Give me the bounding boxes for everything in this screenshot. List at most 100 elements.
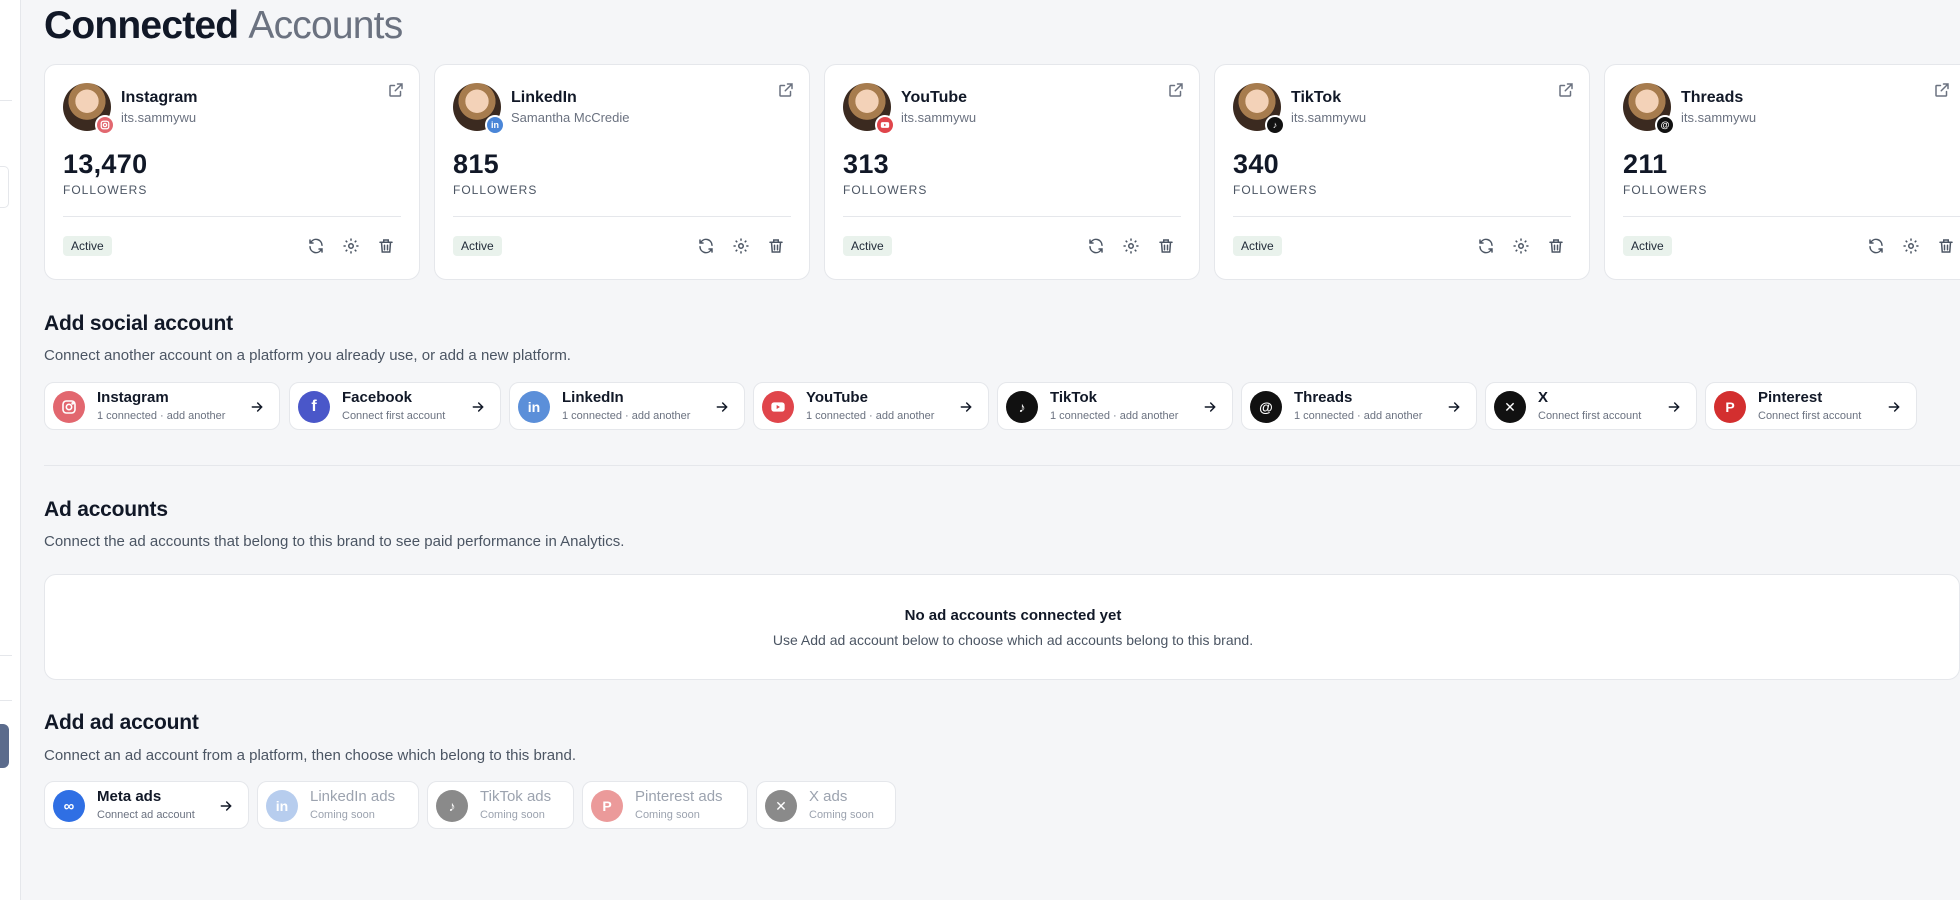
card-divider <box>453 216 791 217</box>
account-platform-name: LinkedIn <box>511 89 577 106</box>
add-threads-button[interactable]: @ Threads 1 connected · add another <box>1241 382 1477 430</box>
arrow-right-icon <box>716 402 728 412</box>
tiktok-icon: ♪ <box>1265 115 1285 135</box>
chip-label: LinkedIn <box>562 389 624 406</box>
followers-count: 211 <box>1623 149 1668 179</box>
arrow-right-icon <box>220 801 232 811</box>
linkedin-icon: in <box>266 790 298 822</box>
add-linkedin-button[interactable]: in LinkedIn 1 connected · add another <box>509 382 745 430</box>
facebook-icon: f <box>298 391 330 423</box>
account-card-linkedin: in LinkedIn Samantha McCredie 815 FOLLOW… <box>434 64 810 280</box>
main-content: Connected Accounts Instagram its.sammywu… <box>44 0 1960 900</box>
chip-label: Pinterest <box>1758 389 1823 406</box>
external-link-icon[interactable] <box>1167 81 1185 99</box>
trash-icon[interactable] <box>1547 237 1565 255</box>
chip-label: Threads <box>1294 389 1353 406</box>
arrow-right-icon <box>472 402 484 412</box>
add-facebook-button[interactable]: f Facebook Connect first account <box>289 382 501 430</box>
followers-count: 340 <box>1233 149 1279 179</box>
gear-icon[interactable] <box>342 237 360 255</box>
add-youtube-button[interactable]: YouTube 1 connected · add another <box>753 382 989 430</box>
section-divider <box>44 465 1960 466</box>
external-link-icon[interactable] <box>777 81 795 99</box>
chip-label: X ads <box>809 788 848 805</box>
pinterest-icon: P <box>591 790 623 822</box>
chip-sublabel: Coming soon <box>809 809 874 821</box>
add-pinterest-ads-button[interactable]: P Pinterest ads Coming soon <box>582 781 748 829</box>
account-platform-name: Instagram <box>121 89 198 106</box>
refresh-icon[interactable] <box>1867 237 1885 255</box>
chip-label: Meta ads <box>97 788 162 805</box>
ad-accounts-empty-state: No ad accounts connected yet Use Add ad … <box>44 574 1960 680</box>
card-divider <box>843 216 1181 217</box>
add-linkedin-ads-button[interactable]: in LinkedIn ads Coming soon <box>257 781 419 829</box>
chip-label: Facebook <box>342 389 413 406</box>
followers-label: FOLLOWERS <box>1623 183 1708 197</box>
empty-state-title: No ad accounts connected yet <box>904 607 1122 624</box>
page-title-muted: Accounts <box>248 4 403 47</box>
chip-label: Pinterest ads <box>635 788 723 805</box>
chip-sublabel: 1 connected · add another <box>97 410 226 422</box>
arrow-right-icon <box>1448 402 1460 412</box>
instagram-icon <box>95 115 115 135</box>
gear-icon[interactable] <box>732 237 750 255</box>
account-handle: its.sammywu <box>901 110 977 125</box>
sidebar-item[interactable] <box>0 166 9 208</box>
add-tiktok-ads-button[interactable]: ♪ TikTok ads Coming soon <box>427 781 574 829</box>
threads-icon: @ <box>1655 115 1675 135</box>
refresh-icon[interactable] <box>307 237 325 255</box>
sidebar-item-active[interactable] <box>0 724 9 768</box>
ad-accounts-title: Ad accounts <box>44 498 168 521</box>
followers-count: 815 <box>453 149 499 179</box>
refresh-icon[interactable] <box>1087 237 1105 255</box>
trash-icon[interactable] <box>1157 237 1175 255</box>
instagram-icon <box>53 391 85 423</box>
gear-icon[interactable] <box>1122 237 1140 255</box>
chip-sublabel: Coming soon <box>635 809 700 821</box>
external-link-icon[interactable] <box>1557 81 1575 99</box>
arrow-right-icon <box>1204 402 1216 412</box>
account-card-threads: @ Threads its.sammywu 211 FOLLOWERS Acti… <box>1604 64 1960 280</box>
chip-sublabel: 1 connected · add another <box>806 410 935 422</box>
refresh-icon[interactable] <box>1477 237 1495 255</box>
add-meta-ads-button[interactable]: ∞ Meta ads Connect ad account <box>44 781 249 829</box>
chip-sublabel: 1 connected · add another <box>1050 410 1179 422</box>
add-social-title: Add social account <box>44 312 233 335</box>
followers-label: FOLLOWERS <box>1233 183 1318 197</box>
account-platform-name: TikTok <box>1291 89 1342 106</box>
gear-icon[interactable] <box>1902 237 1920 255</box>
trash-icon[interactable] <box>767 237 785 255</box>
status-badge: Active <box>63 236 112 256</box>
sidebar-divider <box>0 655 12 656</box>
arrow-right-icon <box>1888 402 1900 412</box>
external-link-icon[interactable] <box>1933 81 1951 99</box>
tiktok-icon: ♪ <box>436 790 468 822</box>
meta-icon: ∞ <box>53 790 85 822</box>
status-badge: Active <box>1233 236 1282 256</box>
gear-icon[interactable] <box>1512 237 1530 255</box>
account-card-youtube: YouTube its.sammywu 313 FOLLOWERS Active <box>824 64 1200 280</box>
trash-icon[interactable] <box>1937 237 1955 255</box>
add-tiktok-button[interactable]: ♪ TikTok 1 connected · add another <box>997 382 1233 430</box>
chip-label: LinkedIn ads <box>310 788 396 805</box>
linkedin-icon: in <box>518 391 550 423</box>
add-instagram-button[interactable]: Instagram 1 connected · add another <box>44 382 280 430</box>
add-pinterest-button[interactable]: P Pinterest Connect first account <box>1705 382 1917 430</box>
account-handle: its.sammywu <box>121 110 197 125</box>
chip-sublabel: Coming soon <box>310 809 375 821</box>
external-link-icon[interactable] <box>387 81 405 99</box>
add-x-ads-button[interactable]: ✕ X ads Coming soon <box>756 781 896 829</box>
arrow-right-icon <box>251 402 263 412</box>
chip-sublabel: 1 connected · add another <box>562 410 691 422</box>
arrow-right-icon <box>1668 402 1680 412</box>
card-divider <box>1623 216 1960 217</box>
refresh-icon[interactable] <box>697 237 715 255</box>
trash-icon[interactable] <box>377 237 395 255</box>
x-icon: ✕ <box>765 790 797 822</box>
pinterest-icon: P <box>1714 391 1746 423</box>
account-handle: its.sammywu <box>1291 110 1367 125</box>
add-x-button[interactable]: ✕ X Connect first account <box>1485 382 1697 430</box>
empty-state-subtitle: Use Add ad account below to choose which… <box>772 632 1254 648</box>
ad-accounts-subtitle: Connect the ad accounts that belong to t… <box>44 533 625 550</box>
page-title: Connected Accounts <box>44 4 403 48</box>
